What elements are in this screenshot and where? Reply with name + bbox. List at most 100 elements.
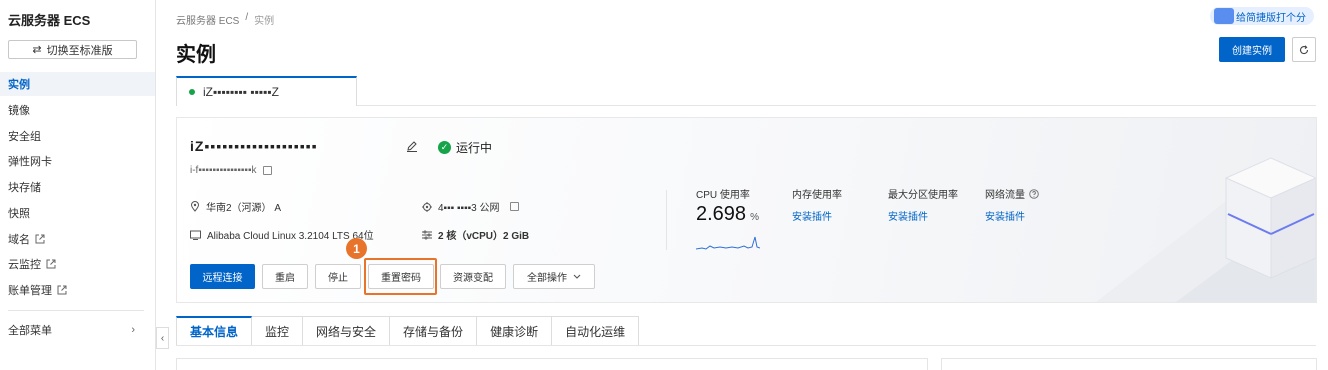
sidebar-item-cloud-monitor[interactable]: 云监控: [0, 252, 155, 276]
sidebar-all-menu[interactable]: 全部菜单 ›: [0, 318, 155, 342]
disk-install-plugin-link[interactable]: 安装插件: [888, 208, 928, 223]
all-operations-label: 全部操作: [527, 273, 567, 284]
breadcrumb-root[interactable]: 云服务器 ECS: [176, 12, 239, 27]
sidebar-item-label: 镜像: [8, 105, 30, 117]
chevron-right-icon: ›: [131, 324, 135, 336]
sidebar-item-label: 账单管理: [8, 285, 52, 297]
spec-icon: [422, 230, 432, 239]
cpu-value: 2.698%: [696, 203, 759, 226]
sidebar-item-label: 云监控: [8, 259, 41, 271]
detail-panel-left: [176, 358, 928, 370]
region-info: 华南2（河源） A: [190, 199, 281, 214]
refresh-button[interactable]: [1292, 37, 1316, 62]
remote-connect-button[interactable]: 远程连接: [190, 264, 255, 289]
copy-icon[interactable]: [509, 202, 519, 211]
cpu-sparkline: [696, 236, 760, 250]
stop-button[interactable]: 停止: [315, 264, 361, 289]
sidebar-item-label: 块存储: [8, 182, 41, 194]
memory-install-plugin-link[interactable]: 安装插件: [792, 208, 832, 223]
sidebar-item-domain[interactable]: 域名: [0, 227, 155, 251]
sidebar-item-eni[interactable]: 弹性网卡: [0, 149, 155, 173]
detail-panel-right: [941, 358, 1317, 370]
status-badge: ✓ 运行中: [438, 139, 492, 156]
step-badge: 1: [346, 238, 367, 259]
reset-password-button[interactable]: 重置密码: [368, 264, 434, 289]
sidebar-item-block-storage[interactable]: 块存储: [0, 175, 155, 199]
tab-monitoring[interactable]: 监控: [252, 316, 304, 346]
instance-id: i-f▪▪▪▪▪▪▪▪▪▪▪▪▪▪▪k: [190, 165, 273, 176]
cpu-label: CPU 使用率: [696, 190, 750, 201]
resize-button[interactable]: 资源变配: [440, 264, 506, 289]
external-link-icon: [57, 285, 67, 295]
sidebar-item-label: 弹性网卡: [8, 156, 52, 168]
server-illustration: [1096, 157, 1316, 302]
sidebar-item-snapshots[interactable]: 快照: [0, 201, 155, 225]
breadcrumb-current: 实例: [254, 16, 275, 27]
os-icon: [190, 230, 201, 240]
network-label: 网络流量: [985, 186, 1039, 201]
sidebar-item-billing[interactable]: 账单管理: [0, 278, 155, 302]
breadcrumb-separator: /: [245, 12, 249, 23]
tab-network-security[interactable]: 网络与安全: [303, 316, 391, 346]
tab-basic-info[interactable]: 基本信息: [176, 316, 253, 346]
sidebar-title: 云服务器 ECS: [8, 13, 91, 28]
restart-button[interactable]: 重启: [262, 264, 308, 289]
tab-health-diagnosis[interactable]: 健康诊断: [477, 316, 553, 346]
create-instance-button[interactable]: 创建实例: [1219, 37, 1285, 62]
location-icon: [190, 201, 200, 212]
feedback-icon: [1214, 8, 1234, 24]
instance-tab-label: iZ▪▪▪▪▪▪▪▪ ▪▪▪▪▪Z: [203, 85, 279, 99]
divider: [666, 190, 667, 250]
spec-text: 2 核（vCPU）2 GiB: [438, 231, 530, 242]
chevron-down-icon: [573, 274, 581, 279]
sidebar-item-label: 域名: [8, 234, 30, 246]
sidebar-item-label: 快照: [8, 208, 30, 220]
sidebar-divider: [8, 310, 144, 311]
sidebar-item-label: 全部菜单: [8, 325, 52, 337]
instance-tab[interactable]: iZ▪▪▪▪▪▪▪▪ ▪▪▪▪▪Z: [176, 76, 357, 106]
tab-storage-backup[interactable]: 存储与备份: [390, 316, 478, 346]
detail-tabs: 基本信息 监控 网络与安全 存储与备份 健康诊断 自动化运维: [176, 316, 640, 346]
swap-icon: ⇄: [32, 44, 42, 56]
region-text: 华南2（河源） A: [206, 203, 282, 214]
rating-button[interactable]: 给简捷版打个分: [1210, 7, 1314, 25]
cpu-unit: %: [750, 212, 759, 223]
collapse-sidebar-button[interactable]: ‹: [156, 327, 169, 349]
network-icon: [422, 201, 432, 212]
rating-label: 给简捷版打个分: [1236, 12, 1306, 24]
sidebar-item-images[interactable]: 镜像: [0, 98, 155, 122]
network-install-plugin-link[interactable]: 安装插件: [985, 208, 1025, 223]
public-ip-text: 4▪▪▪ ▪▪▪▪3 公网: [438, 203, 500, 214]
tab-automation[interactable]: 自动化运维: [552, 316, 640, 346]
external-link-icon: [35, 234, 45, 244]
sidebar-item-label: 实例: [8, 79, 30, 91]
instance-id-text: i-f▪▪▪▪▪▪▪▪▪▪▪▪▪▪▪k: [190, 165, 257, 176]
chevron-left-icon: ‹: [160, 332, 165, 344]
page-title: 实例: [176, 44, 216, 66]
ip-info: 4▪▪▪ ▪▪▪▪3 公网: [422, 199, 519, 214]
status-text: 运行中: [456, 141, 493, 155]
memory-label: 内存使用率: [792, 190, 842, 201]
network-label-text: 网络流量: [985, 190, 1025, 201]
help-icon[interactable]: [1029, 188, 1039, 199]
divider: [176, 345, 1316, 346]
sidebar: 云服务器 ECS ⇄ 切换至标准版 实例 镜像 安全组 弹性网卡 块存储 快照 …: [0, 0, 156, 370]
running-dot-icon: [189, 89, 195, 95]
copy-icon[interactable]: [263, 165, 273, 175]
cpu-value-number: 2.698: [696, 203, 747, 225]
check-circle-icon: ✓: [438, 141, 451, 154]
instance-name: iZ▪▪▪▪▪▪▪▪▪▪▪▪▪▪▪▪▪▪▪: [190, 138, 318, 154]
edit-icon[interactable]: [406, 140, 418, 152]
switch-label: 切换至标准版: [46, 44, 113, 57]
sidebar-item-instances[interactable]: 实例: [0, 72, 155, 96]
refresh-icon: [1299, 44, 1309, 54]
spec-info: 2 核（vCPU）2 GiB: [422, 227, 529, 242]
all-operations-dropdown[interactable]: 全部操作: [513, 264, 595, 289]
external-link-icon: [46, 259, 56, 269]
sidebar-item-label: 安全组: [8, 131, 41, 143]
breadcrumb: 云服务器 ECS / 实例: [176, 12, 274, 27]
disk-label: 最大分区使用率: [888, 190, 958, 201]
switch-standard-button[interactable]: ⇄ 切换至标准版: [8, 40, 137, 59]
os-info: Alibaba Cloud Linux 3.2104 LTS 64位: [190, 227, 374, 242]
sidebar-item-security-groups[interactable]: 安全组: [0, 124, 155, 148]
